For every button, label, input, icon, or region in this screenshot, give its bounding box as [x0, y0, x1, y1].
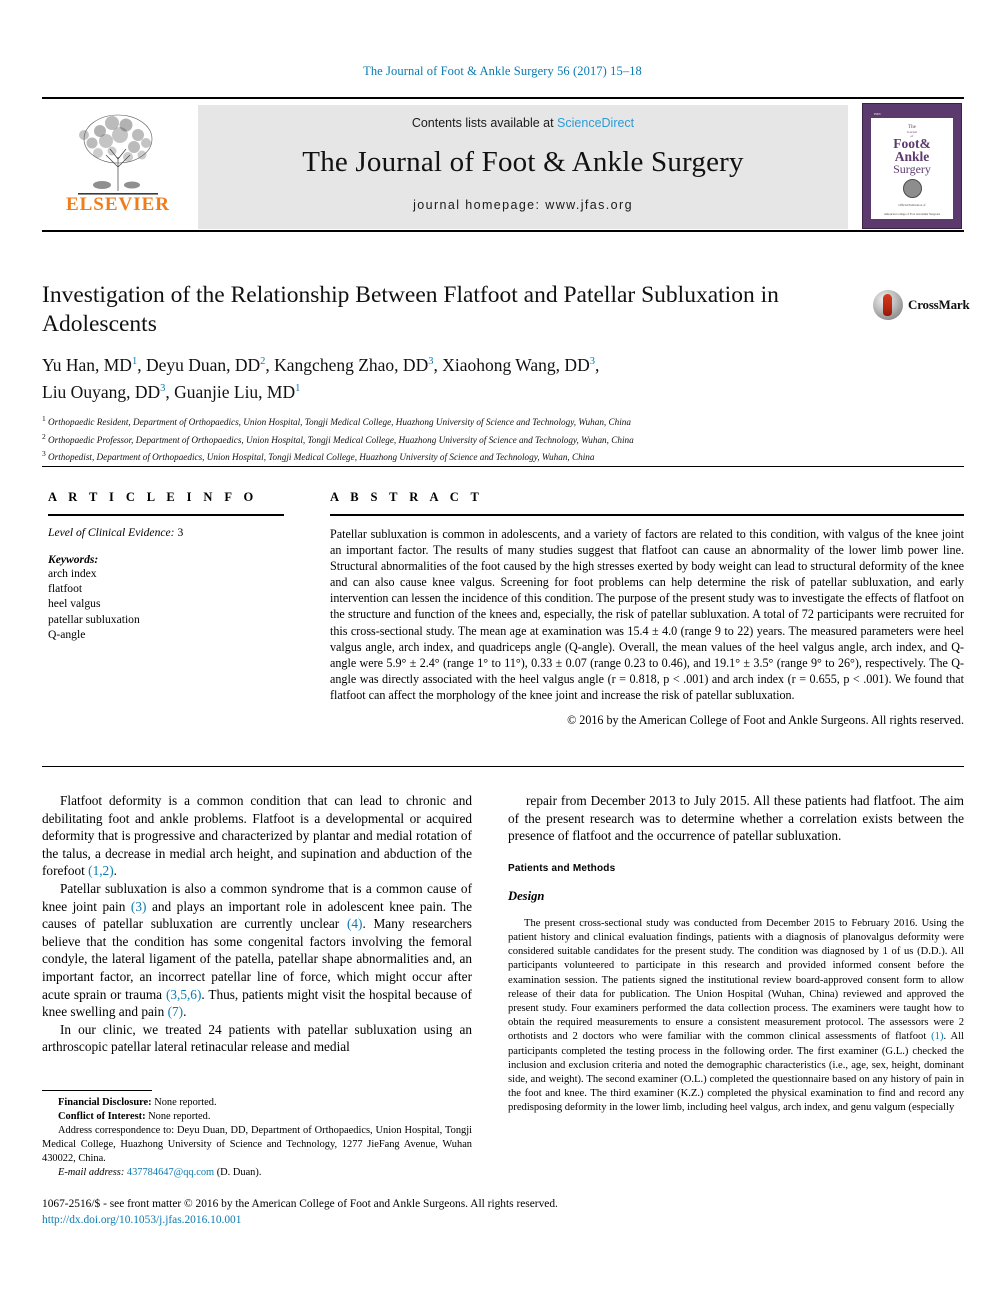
paragraph-text: .	[113, 863, 117, 879]
level-of-evidence: Level of Clinical Evidence: 3	[48, 526, 298, 539]
body-column-right: repair from December 2013 to July 2015. …	[508, 792, 964, 1116]
body-column-left: Flatfoot deformity is a common condition…	[42, 792, 472, 1056]
article-info-top-rule	[42, 466, 964, 467]
email-line: E-mail address: 437784647@qq.com (D. Dua…	[42, 1166, 472, 1180]
sciencedirect-link[interactable]: ScienceDirect	[557, 116, 634, 130]
page-footer: 1067-2516/$ - see front matter © 2016 by…	[42, 1196, 682, 1228]
financial-disclosure: Financial Disclosure: None reported.	[42, 1096, 472, 1110]
keyword-item: arch index	[48, 567, 97, 580]
body-paragraph: Patellar subluxation is also a common sy…	[42, 880, 472, 1021]
email-address-link[interactable]: 437784647@qq.com	[127, 1167, 214, 1178]
keyword-item: Q-angle	[48, 627, 86, 641]
reference-citation-link[interactable]: (3,5,6)	[166, 987, 201, 1002]
cover-issn-tag: ISSN	[874, 112, 881, 116]
abstract-text: Patellar subluxation is common in adoles…	[330, 527, 964, 702]
keyword-item: heel valgus	[48, 597, 101, 611]
running-head: The Journal of Foot & Ankle Surgery 56 (…	[363, 64, 642, 78]
author-4: , Xiaohong Wang, DD	[433, 354, 590, 375]
journal-masthead: ELSEVIER Contents lists available at Sci…	[42, 97, 964, 232]
body-paragraph-continued: repair from December 2013 to July 2015. …	[508, 793, 964, 844]
journal-article-page: The Journal of Foot & Ankle Surgery 56 (…	[0, 0, 1005, 1305]
affiliation-marker: 1	[42, 414, 46, 423]
level-of-evidence-value: 3	[177, 526, 184, 539]
affiliation-item: 2 Orthopaedic Professor, Department of O…	[42, 430, 942, 448]
affiliation-item: 3 Orthopedist, Department of Orthopaedic…	[42, 447, 942, 465]
abstract-copyright: © 2016 by the American College of Foot a…	[567, 713, 964, 728]
affiliation-marker: 3	[42, 449, 46, 459]
cover-line-surgery: Surgery	[893, 162, 931, 176]
body-paragraph: In our clinic, we treated 24 patients wi…	[42, 1021, 472, 1056]
keyword-item: patellar subluxation	[48, 612, 140, 626]
abstract-divider	[330, 514, 964, 516]
author-line1-end: ,	[594, 354, 600, 375]
footnote-block: Financial Disclosure: None reported. Con…	[42, 1096, 472, 1181]
affiliation-text: Orthopedist, Department of Orthopaedics,…	[48, 452, 595, 463]
keywords-label: Keywords:	[48, 553, 99, 566]
journal-homepage[interactable]: journal homepage: www.jfas.org	[198, 198, 848, 212]
cover-seal-icon	[902, 179, 922, 198]
journal-title: The Journal of Foot & Ankle Surgery	[302, 146, 744, 178]
section-heading-patients-and-methods: Patients and Methods	[508, 862, 616, 874]
reference-citation-link[interactable]: (3)	[131, 899, 147, 914]
abstract-heading: A B S T R A C T	[330, 490, 484, 504]
author-1: Yu Han, MD	[42, 354, 132, 375]
author-list: Yu Han, MD1, Deyu Duan, DD2, Kangcheng Z…	[42, 350, 882, 404]
author-5: Liu Ouyang, DD	[42, 381, 161, 402]
paragraph-text: The present cross-sectional study was co…	[508, 917, 964, 1043]
reference-citation-link[interactable]: (4)	[347, 916, 363, 931]
affiliation-list: 1 Orthopaedic Resident, Department of Or…	[42, 412, 942, 465]
reference-citation-link[interactable]: (1)	[931, 1031, 943, 1042]
email-suffix: (D. Duan).	[214, 1167, 262, 1179]
affiliation-marker: 2	[42, 431, 46, 441]
financial-disclosure-value: None reported.	[151, 1097, 217, 1108]
cover-top-bar: ISSN	[871, 111, 953, 118]
author-2: , Deyu Duan, DD	[137, 354, 261, 375]
doi-link[interactable]: http://dx.doi.org/10.1053/j.jfas.2016.10…	[42, 1212, 682, 1228]
paragraph-text: .	[183, 1004, 187, 1020]
conflict-label: Conflict of Interest:	[58, 1111, 146, 1123]
issn-copyright-line: 1067-2516/$ - see front matter © 2016 by…	[42, 1198, 558, 1210]
correspondence-address: Address correspondence to: Deyu Duan, DD…	[42, 1125, 472, 1165]
conflict-value: None reported.	[145, 1111, 211, 1123]
crossmark-badge[interactable]: CrossMark	[873, 288, 970, 322]
affiliation-text: Orthopaedic Professor, Department of Ort…	[48, 434, 634, 445]
elsevier-wordmark: ELSEVIER	[65, 194, 171, 215]
cover-footer-1: Official Publication of	[898, 203, 926, 207]
journal-cover-inner: ISSN The Journal of Foot& Ankle Surgery …	[871, 111, 953, 219]
article-info-heading: A R T I C L E I N F O	[48, 490, 258, 504]
article-title: Investigation of the Relationship Betwee…	[42, 282, 779, 337]
keyword-item: flatfoot	[48, 582, 83, 596]
contents-prefix: Contents lists available at	[411, 116, 558, 130]
design-paragraph: The present cross-sectional study was co…	[508, 917, 964, 1116]
article-info-divider	[48, 514, 284, 516]
journal-cover-thumbnail: ISSN The Journal of Foot& Ankle Surgery …	[862, 103, 962, 229]
conflict-of-interest: Conflict of Interest: None reported.	[42, 1110, 472, 1124]
subsection-heading-design: Design	[508, 888, 545, 903]
title-area: Investigation of the Relationship Betwee…	[42, 281, 882, 339]
financial-disclosure-label: Financial Disclosure:	[58, 1097, 152, 1108]
body-paragraph: Flatfoot deformity is a common condition…	[42, 792, 472, 880]
reference-citation-link[interactable]: (7)	[168, 1004, 184, 1019]
article-info-column: A R T I C L E I N F O Level of Clinical …	[48, 490, 298, 642]
crossmark-icon	[873, 290, 903, 320]
abstract-bottom-rule	[42, 766, 964, 767]
abstract-column: A B S T R A C T Patellar subluxation is …	[330, 490, 964, 728]
paragraph-text: . All participants completed the testing…	[508, 1031, 964, 1114]
cover-footer-3: American College of Foot and Ankle Surge…	[883, 212, 941, 216]
author-6: , Guanjie Liu, MD	[165, 381, 296, 402]
footnote-divider	[42, 1090, 152, 1091]
contents-available-line: Contents lists available at ScienceDirec…	[198, 116, 848, 130]
affiliation-text: Orthopaedic Resident, Department of Orth…	[48, 417, 631, 428]
crossmark-label: CrossMark	[908, 297, 970, 312]
elsevier-tree-icon	[78, 114, 158, 195]
author-3: , Kangcheng Zhao, DD	[265, 354, 429, 375]
level-of-evidence-label: Level of Clinical Evidence:	[48, 526, 175, 539]
journal-band: Contents lists available at ScienceDirec…	[198, 105, 848, 229]
reference-citation-link[interactable]: (1,2)	[88, 863, 113, 878]
email-label: E-mail address:	[58, 1167, 125, 1179]
paragraph-text: In our clinic, we treated 24 patients wi…	[42, 1021, 472, 1055]
author-6-affil-marker: 1	[295, 382, 301, 394]
elsevier-logo: ELSEVIER	[44, 105, 192, 229]
affiliation-item: 1 Orthopaedic Resident, Department of Or…	[42, 412, 942, 430]
